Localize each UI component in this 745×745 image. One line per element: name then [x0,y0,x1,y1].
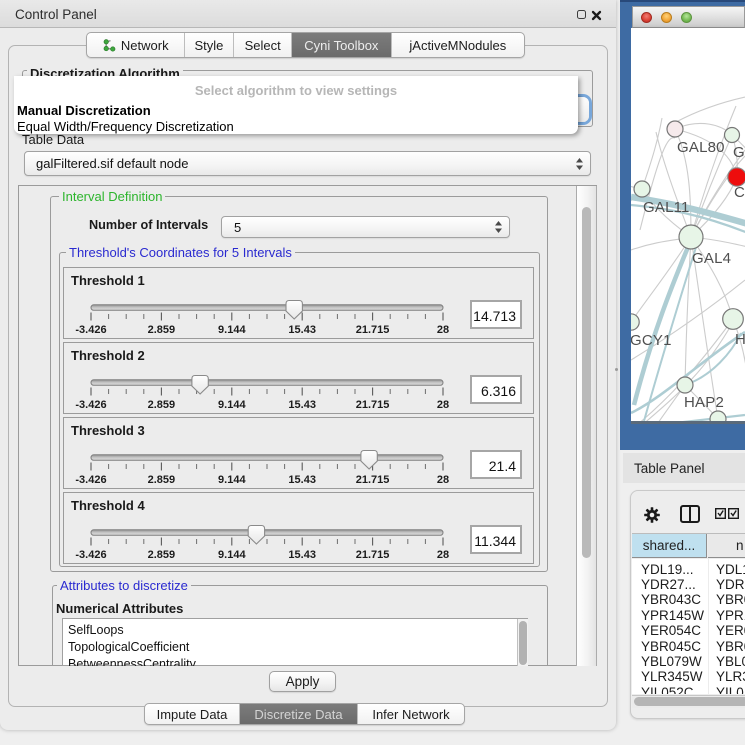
svg-text:GCY1: GCY1 [631,332,672,349]
svg-text:GAL80: GAL80 [677,139,725,156]
svg-text:GAL4: GAL4 [692,250,731,267]
svg-text:H: H [735,331,745,348]
svg-text:GA: GA [733,144,745,161]
svg-text:HAP2: HAP2 [684,394,724,411]
svg-text:GAL11: GAL11 [643,199,690,216]
svg-text:C: C [734,184,745,201]
